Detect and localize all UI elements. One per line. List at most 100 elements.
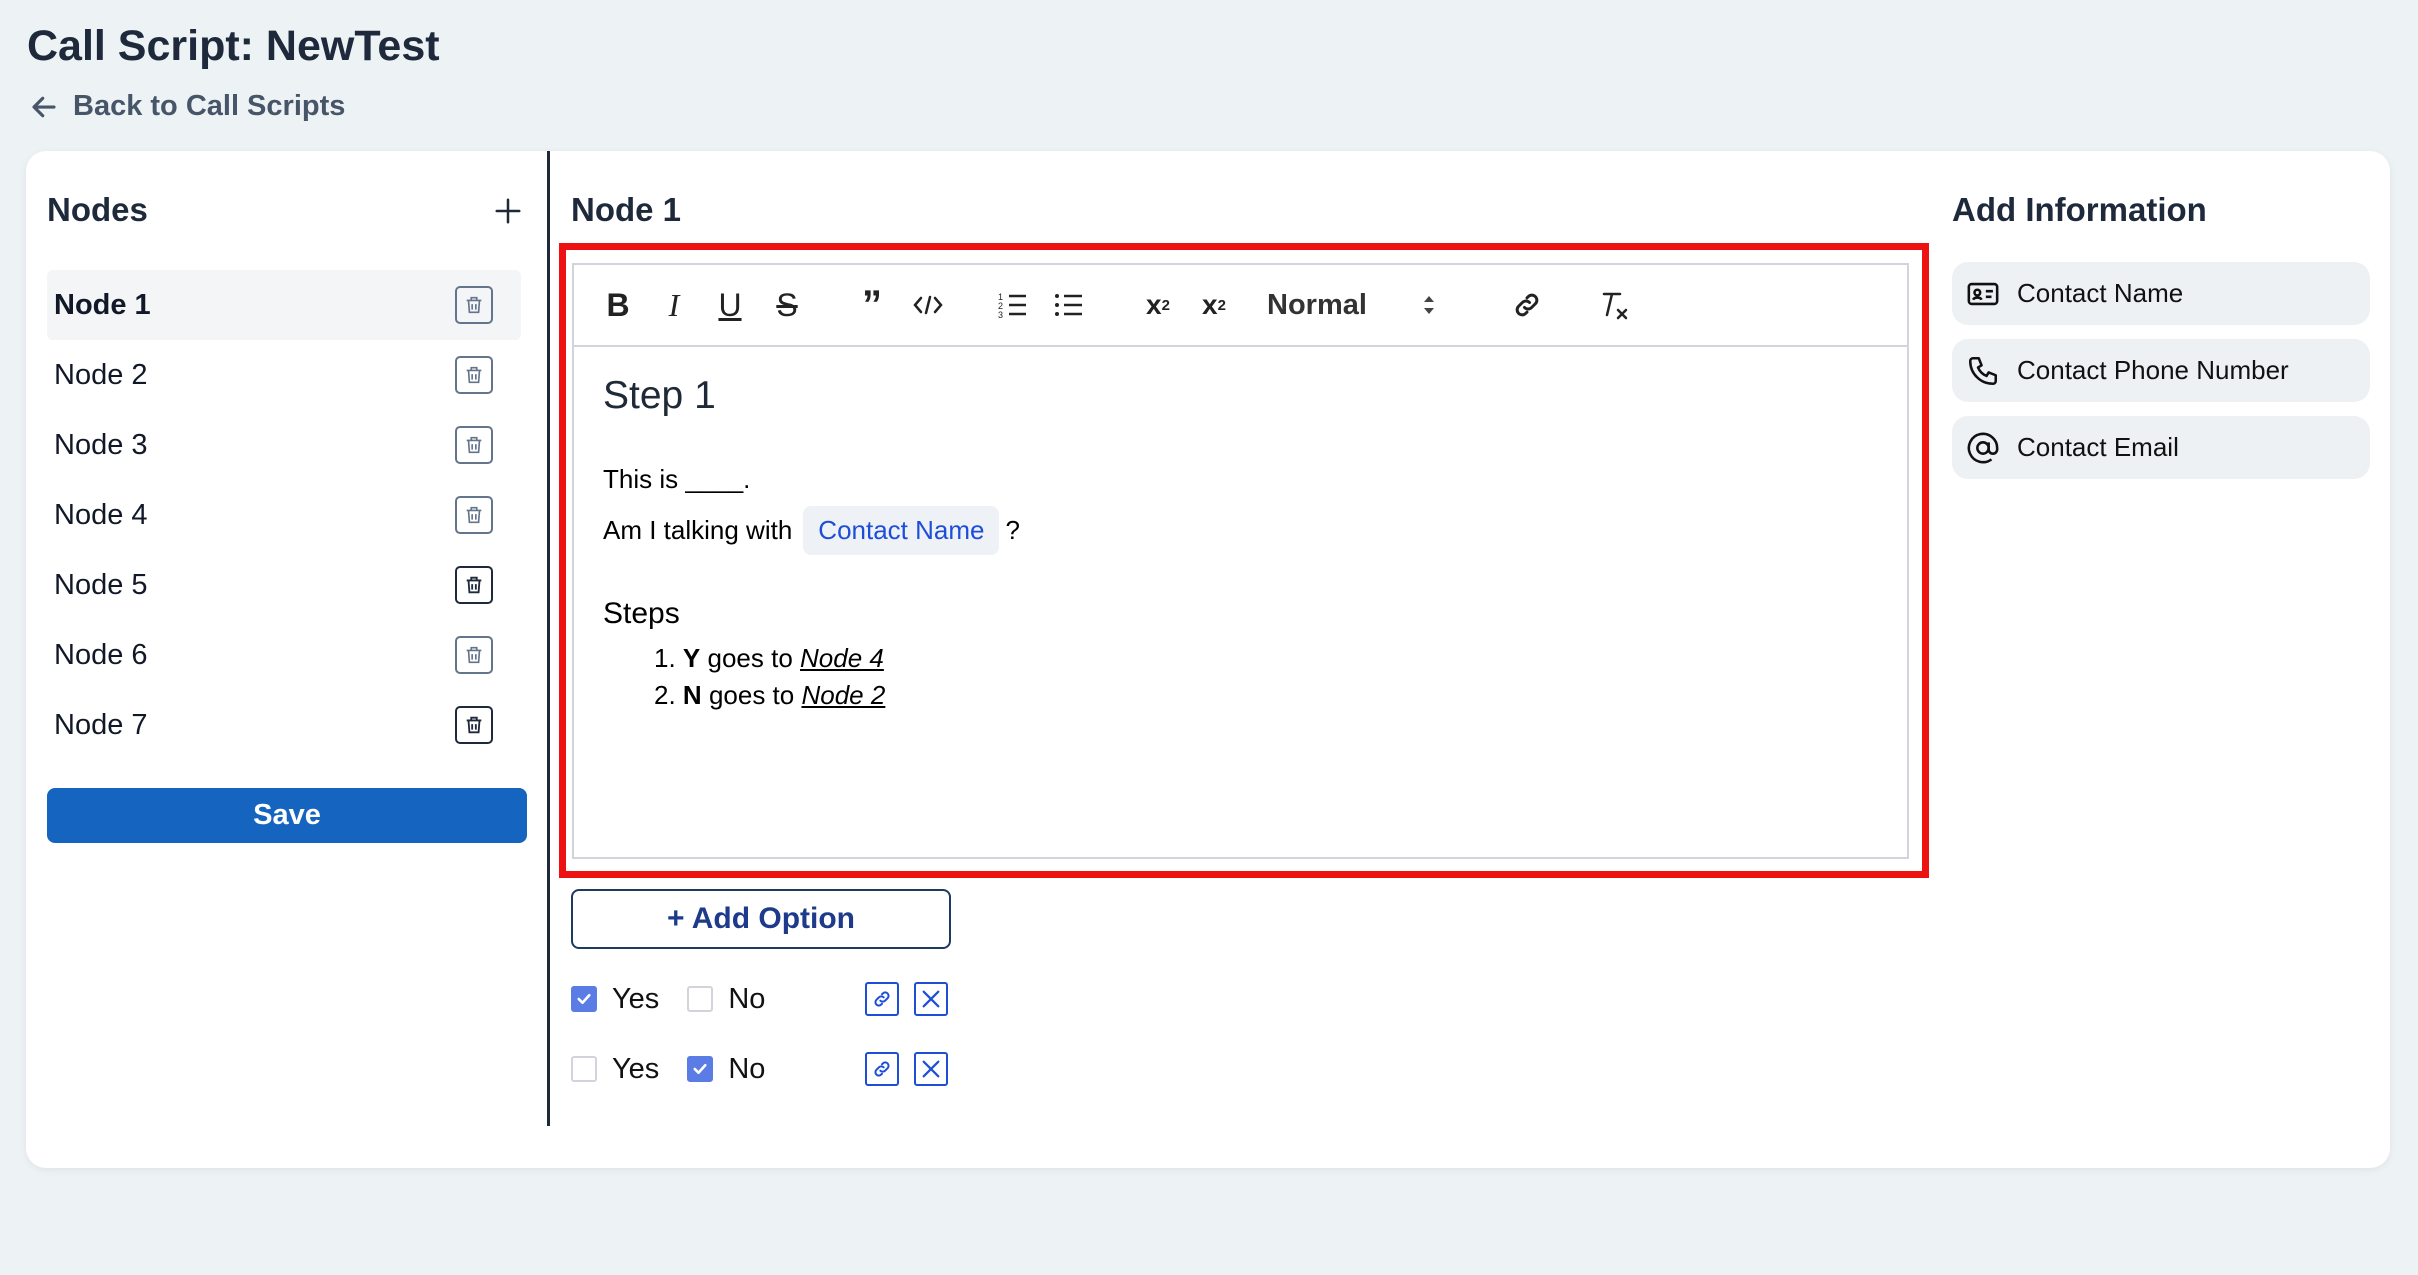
delete-node-button[interactable] <box>455 356 493 394</box>
node-item[interactable]: Node 2 <box>47 340 521 410</box>
add-option-button[interactable]: + Add Option <box>571 889 951 949</box>
back-link-label: Back to Call Scripts <box>73 90 346 122</box>
strikethrough-icon[interactable]: S <box>771 285 803 325</box>
node-heading: Node 1 <box>571 191 682 228</box>
node-item-label: Node 5 <box>54 568 148 601</box>
code-icon[interactable] <box>910 285 946 325</box>
clear-format-icon[interactable] <box>1596 285 1632 325</box>
save-button[interactable]: Save <box>47 788 527 843</box>
node-item[interactable]: Node 4 <box>47 480 521 550</box>
content-line: Am I talking with Contact Name ? <box>603 506 1020 555</box>
rich-text-editor[interactable]: B I U S ” 123 x2 x2 Normal Step 1 This i… <box>572 263 1909 859</box>
content-text: ? <box>1005 515 1020 545</box>
content-text: Am I talking with <box>603 515 793 545</box>
close-icon <box>922 990 940 1008</box>
no-label: No <box>728 1052 766 1085</box>
node-item[interactable]: Node 6 <box>47 620 521 690</box>
node-item-label: Node 2 <box>54 358 148 391</box>
checkmark-icon <box>693 1063 707 1075</box>
trash-icon <box>466 366 482 384</box>
heading-select-value: Normal <box>1267 288 1367 321</box>
insert-contact-phone-button[interactable]: Contact Phone Number <box>1952 339 2370 402</box>
script-editor-card: Nodes Node 1 Node 2 Node 3 Node 4 Node 5… <box>26 151 2390 1168</box>
close-icon <box>922 1060 940 1078</box>
select-arrows-icon <box>1424 296 1434 314</box>
subscript-icon[interactable]: x2 <box>1140 285 1176 325</box>
column-divider <box>547 151 550 1126</box>
blockquote-icon[interactable]: ” <box>854 283 890 327</box>
node-item[interactable]: Node 1 <box>47 270 521 340</box>
step-key: N <box>682 680 702 710</box>
option-row: Yes No <box>571 1051 765 1087</box>
step-item: 2. N goes to Node 2 <box>654 680 885 717</box>
arrow-left-icon <box>32 96 56 117</box>
info-label: Contact Name <box>2017 278 2184 308</box>
steps-list: 1. Y goes to Node 4 2. N goes to Node 2 <box>654 643 885 717</box>
remove-option-button[interactable] <box>914 1052 948 1086</box>
checkmark-icon <box>577 993 591 1005</box>
node-item[interactable]: Node 7 <box>47 690 521 760</box>
step-text: goes to <box>707 643 793 673</box>
node-item-label: Node 3 <box>54 428 148 461</box>
svg-text:3: 3 <box>998 310 1003 319</box>
delete-node-button[interactable] <box>455 426 493 464</box>
contact-card-icon <box>1967 282 1999 305</box>
node-item-label: Node 7 <box>54 708 148 741</box>
delete-node-button[interactable] <box>455 636 493 674</box>
delete-node-button[interactable] <box>455 566 493 604</box>
contact-name-chip[interactable]: Contact Name <box>803 506 1000 555</box>
delete-node-button[interactable] <box>455 496 493 534</box>
link-option-button[interactable] <box>865 982 899 1016</box>
step-target-link[interactable]: Node 4 <box>800 643 884 673</box>
no-checkbox[interactable] <box>687 986 714 1012</box>
option-row: Yes No <box>571 981 765 1017</box>
ordered-list-icon[interactable]: 123 <box>996 285 1030 325</box>
content-line: This is ____. <box>603 464 751 494</box>
trash-icon <box>466 436 482 454</box>
remove-option-button[interactable] <box>914 982 948 1016</box>
at-sign-icon <box>1967 432 1999 463</box>
step-target-link[interactable]: Node 2 <box>801 680 885 710</box>
link-icon <box>874 991 890 1007</box>
italic-icon[interactable]: I <box>658 285 690 325</box>
no-checkbox[interactable] <box>687 1056 714 1082</box>
insert-contact-email-button[interactable]: Contact Email <box>1952 416 2370 479</box>
plus-icon <box>495 198 521 224</box>
yes-label: Yes <box>612 982 660 1015</box>
yes-checkbox[interactable] <box>571 1056 597 1082</box>
yes-checkbox[interactable] <box>571 986 597 1012</box>
node-item-label: Node 4 <box>54 498 148 531</box>
content-title: Step 1 <box>603 374 716 417</box>
back-link[interactable]: Back to Call Scripts <box>29 90 345 123</box>
underline-icon[interactable]: U <box>714 285 746 325</box>
editor-toolbar: B I U S ” 123 x2 x2 Normal <box>574 265 1907 347</box>
heading-select[interactable]: Normal <box>1267 285 1437 325</box>
step-number: 1. <box>654 643 676 673</box>
step-item: 1. Y goes to Node 4 <box>654 643 885 680</box>
trash-icon <box>466 576 482 594</box>
link-icon[interactable] <box>1509 285 1545 325</box>
delete-node-button[interactable] <box>455 286 493 324</box>
step-number: 2. <box>654 680 676 710</box>
link-option-button[interactable] <box>865 1052 899 1086</box>
trash-icon <box>466 646 482 664</box>
steps-title: Steps <box>603 597 680 630</box>
bullet-list-icon[interactable] <box>1052 285 1086 325</box>
info-label: Contact Phone Number <box>2017 355 2289 385</box>
yes-label: Yes <box>612 1052 660 1085</box>
node-item-label: Node 1 <box>54 288 151 321</box>
insert-contact-name-button[interactable]: Contact Name <box>1952 262 2370 325</box>
node-list: Node 1 Node 2 Node 3 Node 4 Node 5 Node … <box>47 270 521 760</box>
phone-icon <box>1968 356 1998 385</box>
bold-icon[interactable]: B <box>602 285 634 325</box>
trash-icon <box>466 716 482 734</box>
page-title: Call Script: NewTest <box>27 22 440 70</box>
node-item-label: Node 6 <box>54 638 148 671</box>
superscript-icon[interactable]: x2 <box>1196 285 1232 325</box>
node-item[interactable]: Node 3 <box>47 410 521 480</box>
nodes-panel: Nodes Node 1 Node 2 Node 3 Node 4 Node 5… <box>26 151 548 1126</box>
no-label: No <box>728 982 766 1015</box>
add-node-button[interactable] <box>488 191 528 231</box>
node-item[interactable]: Node 5 <box>47 550 521 620</box>
delete-node-button[interactable] <box>455 706 493 744</box>
